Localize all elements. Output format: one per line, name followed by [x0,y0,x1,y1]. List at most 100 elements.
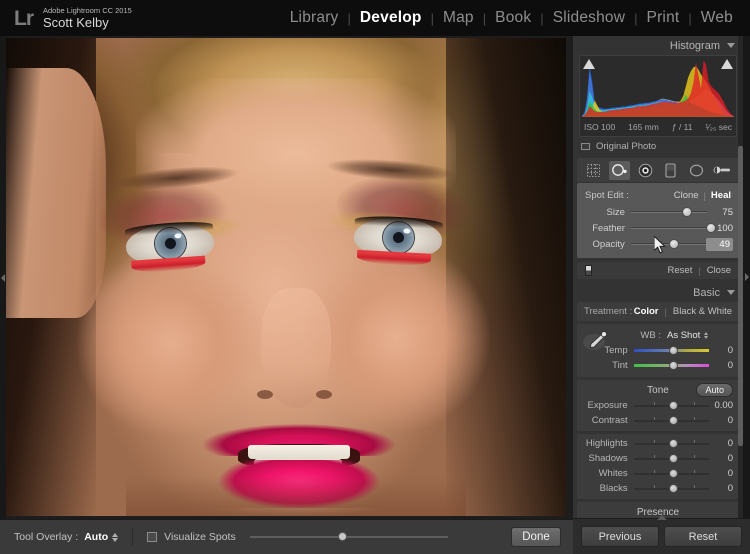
slider-knob[interactable] [668,400,678,410]
histogram-panel[interactable]: ISO 100 165 mm ƒ / 11 ¹⁄₂₅ sec [579,55,737,137]
exposure-slider[interactable] [633,399,709,412]
slider-knob[interactable] [668,415,678,425]
develop-tool-strip [577,158,739,182]
module-print[interactable]: Print [638,9,689,27]
module-web[interactable]: Web [692,9,742,27]
spot-removal-tool-icon[interactable] [608,160,630,180]
spot-close-button[interactable]: Close [707,265,731,276]
graduated-filter-tool-icon[interactable] [660,161,681,180]
highlight-clipping-indicator[interactable] [721,59,733,69]
radial-filter-tool-icon[interactable] [686,161,707,180]
previous-button[interactable]: Previous [581,526,659,547]
tool-overlay-value[interactable]: Auto [84,531,108,543]
tint-slider[interactable] [633,359,709,372]
blacks-row: Blacks 0 [577,481,739,496]
adjustment-brush-tool-icon[interactable] [712,161,733,180]
whites-value[interactable]: 0 [709,468,733,479]
histogram-panel-header[interactable]: Histogram [573,36,743,55]
heal-mode-button[interactable]: Heal [711,190,731,201]
highlights-value[interactable]: 0 [709,438,733,449]
caret-up-icon [112,532,119,537]
slider-knob[interactable] [668,239,679,249]
blacks-value[interactable]: 0 [709,483,733,494]
auto-tone-button[interactable]: Auto [696,383,733,397]
tint-value[interactable]: 0 [709,360,733,371]
original-photo-row[interactable]: Original Photo [573,137,743,155]
module-develop[interactable]: Develop [351,9,431,27]
module-map[interactable]: Map [434,9,483,27]
photo-cheek-left [76,248,266,438]
aperture-value: ƒ / 11 [671,122,693,132]
contrast-value[interactable]: 0 [709,415,733,426]
temp-slider[interactable] [633,344,709,357]
visualize-spots-slider[interactable] [249,531,448,543]
slider-knob[interactable] [337,532,347,541]
left-panel-toggle[interactable] [0,36,6,519]
action-separator: | [698,265,701,276]
tool-overlay-stepper[interactable] [112,532,119,542]
treatment-bw-button[interactable]: Black & White [673,306,732,317]
exposure-row: Exposure 0.00 [577,398,739,413]
spot-feather-slider[interactable] [630,221,716,235]
basic-panel-header[interactable]: Basic [573,283,743,302]
module-book[interactable]: Book [486,9,540,27]
chevron-down-icon [727,290,735,295]
panel-grabber-icon[interactable] [655,515,669,520]
basic-panel-body: Treatment : Color | Black & White WB : A… [577,302,739,518]
blacks-slider[interactable] [633,482,709,495]
shadows-label: Shadows [588,453,628,464]
focal-length-value: 165 mm [628,122,659,132]
wb-stepper[interactable] [704,331,709,339]
panel-switch-icon[interactable] [585,265,592,276]
contrast-slider[interactable] [633,414,709,427]
spot-opacity-slider[interactable] [630,237,706,251]
exposure-value[interactable]: 0.00 [709,400,734,411]
shadows-value[interactable]: 0 [709,453,733,464]
original-photo-checkbox[interactable] [581,142,590,150]
done-button[interactable]: Done [511,527,561,547]
slider-knob[interactable] [668,453,678,463]
slider-knob[interactable] [668,345,678,355]
exposure-label: Exposure [587,400,628,411]
slider-knob[interactable] [668,483,678,493]
treatment-color-button[interactable]: Color [634,306,659,317]
slider-knob[interactable] [668,468,678,478]
spot-reset-button[interactable]: Reset [668,265,693,276]
module-library[interactable]: Library [281,9,348,27]
image-stage[interactable] [0,36,573,519]
slider-knob[interactable] [668,438,678,448]
clone-mode-button[interactable]: Clone [674,190,699,201]
tint-label: Tint [612,360,628,371]
spot-opacity-value[interactable]: 49 [706,237,733,251]
module-slideshow[interactable]: Slideshow [544,9,634,27]
spot-size-slider[interactable] [630,205,707,219]
spot-edit-header: Spot Edit : Clone | Heal [577,187,739,204]
whites-slider[interactable] [633,467,709,480]
right-panel-toggle[interactable] [743,36,750,518]
wb-value[interactable]: As Shot [667,330,700,341]
slider-knob[interactable] [705,223,716,233]
shadow-clipping-indicator[interactable] [583,59,595,69]
crop-overlay-tool-icon[interactable] [583,161,604,180]
slider-track [630,227,707,229]
lightroom-logo: Lr [14,6,34,30]
spot-size-value[interactable]: 75 [707,207,733,218]
spot-size-row: Size 75 [577,204,739,220]
photo-preview[interactable] [6,38,566,516]
identity-plate[interactable]: Adobe Lightroom CC 2015 Scott Kelby [43,6,132,30]
visualize-spots-checkbox[interactable] [147,532,158,542]
tone-title: Tone [647,384,669,396]
shadows-slider[interactable] [633,452,709,465]
highlights-slider[interactable] [633,437,709,450]
slider-knob[interactable] [668,360,678,370]
white-balance-selector-icon[interactable] [583,329,609,355]
photo-nostril-right [316,390,332,399]
slider-knob[interactable] [681,207,692,217]
exif-info-row: ISO 100 165 mm ƒ / 11 ¹⁄₂₅ sec [584,120,732,134]
contrast-label: Contrast [591,415,628,426]
chevron-down-icon [727,43,735,48]
reset-button[interactable]: Reset [664,526,742,547]
red-eye-tool-icon[interactable] [635,161,656,180]
right-panel: Histogram ISO 100 165 mm ƒ / 11 ¹⁄₂₅ sec… [573,36,750,554]
temp-value[interactable]: 0 [709,345,733,356]
